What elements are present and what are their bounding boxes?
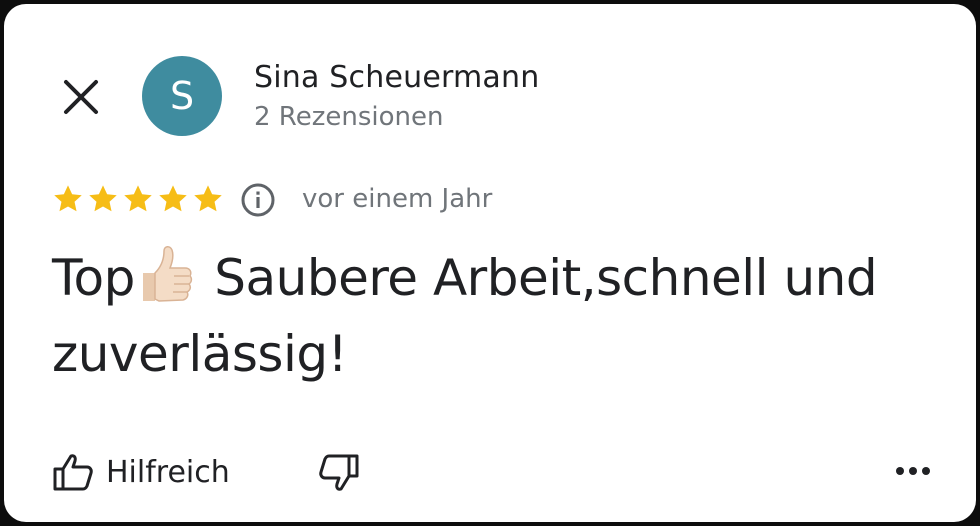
more-horizontal-icon[interactable] bbox=[892, 456, 934, 486]
thumbs-down-icon[interactable] bbox=[318, 452, 360, 494]
info-icon[interactable] bbox=[240, 182, 276, 218]
avatar[interactable]: S bbox=[142, 56, 222, 136]
review-card: S Sina Scheuermann 2 Rezensionen vor ein… bbox=[4, 4, 976, 522]
review-text: Top Saubere Arbeit,schnell und zuverläss… bbox=[52, 240, 932, 392]
star-icon bbox=[124, 185, 152, 212]
star-rating bbox=[52, 182, 224, 218]
thumbs-up-emoji bbox=[142, 246, 192, 302]
helpful-button[interactable]: Hilfreich bbox=[52, 450, 230, 494]
review-time: vor einem Jahr bbox=[302, 184, 493, 214]
star-icon bbox=[194, 185, 222, 212]
author-name[interactable]: Sina Scheuermann bbox=[254, 60, 539, 95]
thumbs-up-icon bbox=[53, 454, 93, 491]
avatar-initial: S bbox=[169, 74, 195, 118]
star-icon bbox=[159, 185, 187, 212]
helpful-label: Hilfreich bbox=[106, 454, 230, 490]
author-review-count[interactable]: 2 Rezensionen bbox=[254, 102, 443, 132]
star-icon bbox=[54, 185, 82, 212]
star-icon bbox=[89, 185, 117, 212]
close-icon[interactable] bbox=[62, 78, 100, 116]
review-text-start: Top bbox=[52, 249, 135, 307]
